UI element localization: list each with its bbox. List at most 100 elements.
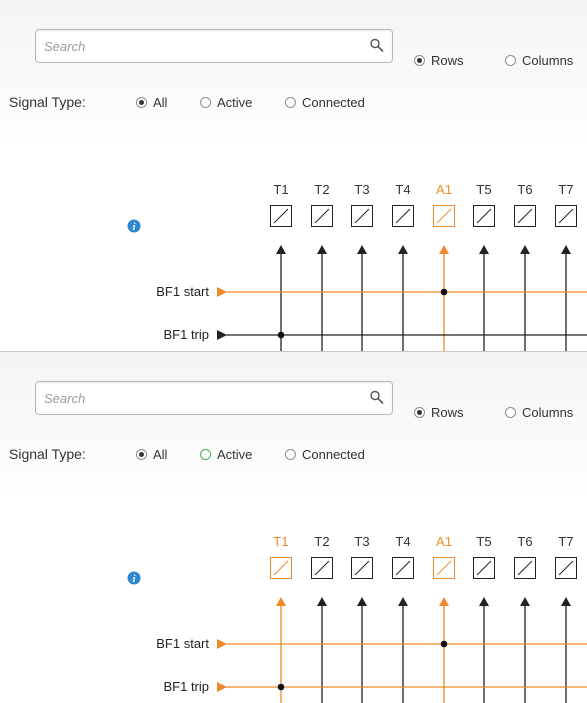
row-arrow bbox=[217, 330, 227, 340]
radio-label: Connected bbox=[302, 95, 365, 110]
row-arrow bbox=[217, 287, 227, 297]
column-label: T5 bbox=[476, 182, 492, 197]
column-arrow bbox=[561, 597, 571, 606]
radio-label: Rows bbox=[431, 405, 464, 420]
radio-label: Columns bbox=[522, 53, 574, 68]
connection-dot[interactable] bbox=[440, 288, 448, 296]
column-arrow bbox=[398, 245, 408, 254]
search-input[interactable] bbox=[35, 29, 393, 63]
view-mode-columns-radio[interactable]: Columns bbox=[505, 405, 573, 420]
column-arrow bbox=[276, 597, 286, 606]
signal-type-connected-radio[interactable]: Connected bbox=[285, 95, 365, 110]
column-arrow bbox=[561, 245, 571, 254]
column-t7-block[interactable] bbox=[555, 557, 577, 579]
column-arrow bbox=[479, 245, 489, 254]
radio-label: All bbox=[153, 447, 168, 462]
column-arrow bbox=[398, 597, 408, 606]
column-arrow bbox=[357, 597, 367, 606]
view-mode-rows-radio[interactable]: Rows bbox=[414, 53, 464, 68]
connection-dot[interactable] bbox=[277, 331, 285, 339]
svg-text:i: i bbox=[133, 222, 136, 233]
radio-label: Columns bbox=[522, 405, 574, 420]
radio-dot bbox=[285, 97, 296, 108]
column-label: T4 bbox=[395, 534, 411, 549]
radio-label: Active bbox=[217, 95, 253, 110]
radio-label: Active bbox=[217, 447, 253, 462]
radio-dot bbox=[414, 55, 425, 66]
view-mode-columns-radio[interactable]: Columns bbox=[505, 53, 573, 68]
signal-type-connected-radio[interactable]: Connected bbox=[285, 447, 365, 462]
radio-dot bbox=[200, 97, 211, 108]
signal-type-all-radio[interactable]: All bbox=[136, 447, 167, 462]
column-arrow bbox=[520, 597, 530, 606]
row-label: BF1 trip bbox=[163, 679, 209, 694]
column-t5-block[interactable] bbox=[473, 205, 495, 227]
column-label: A1 bbox=[436, 534, 452, 549]
column-label: T4 bbox=[395, 182, 411, 197]
signal-type-active-radio[interactable]: Active bbox=[200, 447, 252, 462]
column-arrow bbox=[317, 245, 327, 254]
signal-type-all-radio[interactable]: All bbox=[136, 95, 167, 110]
row-label: BF1 start bbox=[156, 636, 209, 651]
column-t2-block[interactable] bbox=[311, 205, 333, 227]
radio-dot bbox=[505, 407, 516, 418]
svg-text:i: i bbox=[133, 574, 136, 585]
signal-matrix-panel: Rows Columns Signal Type: All Active Connecte… bbox=[0, 352, 587, 703]
column-t1-block[interactable] bbox=[270, 557, 292, 579]
row-arrow bbox=[217, 682, 227, 692]
column-label: T3 bbox=[354, 182, 370, 197]
search-icon[interactable] bbox=[368, 37, 386, 55]
column-t7-block[interactable] bbox=[555, 205, 577, 227]
radio-dot bbox=[136, 449, 147, 460]
radio-dot bbox=[200, 449, 211, 460]
signal-type-label: Signal Type: bbox=[9, 94, 86, 110]
column-a1-block[interactable] bbox=[433, 557, 455, 579]
radio-dot bbox=[414, 407, 425, 418]
connection-dot[interactable] bbox=[277, 683, 285, 691]
column-t1-block[interactable] bbox=[270, 205, 292, 227]
column-label: T2 bbox=[314, 534, 330, 549]
column-t5-block[interactable] bbox=[473, 557, 495, 579]
column-t4-block[interactable] bbox=[392, 557, 414, 579]
info-icon[interactable]: i bbox=[127, 219, 141, 233]
radio-label: All bbox=[153, 95, 168, 110]
column-label: A1 bbox=[436, 182, 452, 197]
column-arrow bbox=[357, 245, 367, 254]
row-label: BF1 start bbox=[156, 284, 209, 299]
column-t6-block[interactable] bbox=[514, 205, 536, 227]
column-arrow bbox=[439, 245, 449, 254]
view-mode-rows-radio[interactable]: Rows bbox=[414, 405, 464, 420]
column-t2-block[interactable] bbox=[311, 557, 333, 579]
column-label: T7 bbox=[558, 182, 574, 197]
row-arrow bbox=[217, 639, 227, 649]
radio-label: Rows bbox=[431, 53, 464, 68]
column-t6-block[interactable] bbox=[514, 557, 536, 579]
column-label: T1 bbox=[273, 534, 289, 549]
column-label: T6 bbox=[517, 534, 533, 549]
radio-dot bbox=[285, 449, 296, 460]
column-a1-block[interactable] bbox=[433, 205, 455, 227]
column-t3-block[interactable] bbox=[351, 205, 373, 227]
column-label: T5 bbox=[476, 534, 492, 549]
row-label: BF1 trip bbox=[163, 327, 209, 342]
search-icon[interactable] bbox=[368, 389, 386, 407]
column-arrow bbox=[520, 245, 530, 254]
search-input[interactable] bbox=[35, 381, 393, 415]
signal-type-label: Signal Type: bbox=[9, 446, 86, 462]
column-label: T6 bbox=[517, 182, 533, 197]
column-label: T2 bbox=[314, 182, 330, 197]
column-label: T1 bbox=[273, 182, 289, 197]
signal-type-active-radio[interactable]: Active bbox=[200, 95, 252, 110]
column-t4-block[interactable] bbox=[392, 205, 414, 227]
column-arrow bbox=[439, 597, 449, 606]
connection-dot[interactable] bbox=[440, 640, 448, 648]
radio-label: Connected bbox=[302, 447, 365, 462]
column-arrow bbox=[276, 245, 286, 254]
signal-matrix-panel: Rows Columns Signal Type: All Active Connecte… bbox=[0, 0, 587, 351]
column-label: T3 bbox=[354, 534, 370, 549]
column-arrow bbox=[317, 597, 327, 606]
column-t3-block[interactable] bbox=[351, 557, 373, 579]
info-icon[interactable]: i bbox=[127, 571, 141, 585]
column-arrow bbox=[479, 597, 489, 606]
radio-dot bbox=[505, 55, 516, 66]
